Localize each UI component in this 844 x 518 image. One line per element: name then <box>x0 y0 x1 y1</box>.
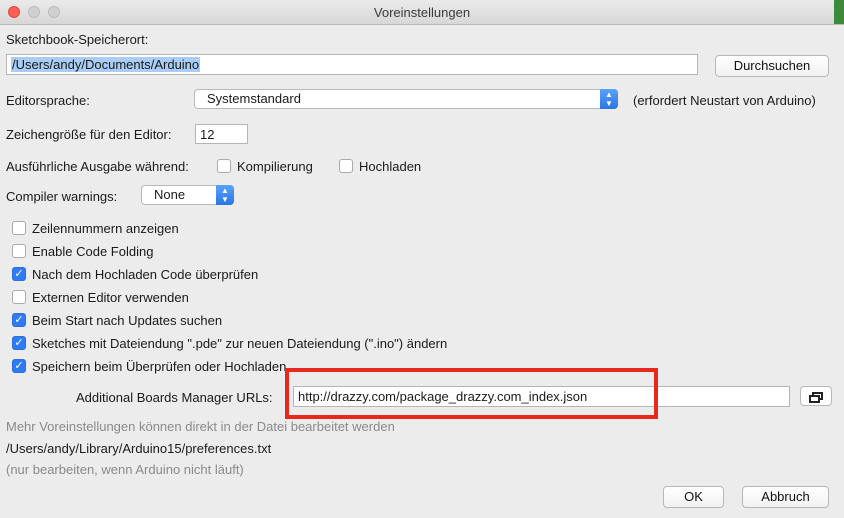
window-list-icon[interactable] <box>800 386 832 406</box>
sketchbook-path-value: /Users/andy/Documents/Arduino <box>11 57 201 72</box>
option-line-numbers-checkbox[interactable] <box>12 221 26 235</box>
option-code-folding-checkbox[interactable] <box>12 244 26 258</box>
option-verify-after-upload-label: Nach dem Hochladen Code überprüfen <box>32 267 259 282</box>
option-update-extension-checkbox[interactable]: ✓ <box>12 336 26 350</box>
title-bar: Voreinstellungen <box>0 0 844 25</box>
highlight-annotation-box <box>285 368 658 419</box>
checkmark-icon: ✓ <box>14 337 24 349</box>
option-external-editor-checkbox[interactable] <box>12 290 26 304</box>
font-size-label: Zeichengröße für den Editor: <box>6 127 172 142</box>
sketchbook-path-input[interactable]: /Users/andy/Documents/Arduino <box>6 54 698 75</box>
ok-button[interactable]: OK <box>663 486 724 508</box>
sketchbook-location-label: Sketchbook-Speicherort: <box>6 32 149 47</box>
verbose-output-label: Ausführliche Ausgabe während: <box>6 159 189 174</box>
option-check-updates-label: Beim Start nach Updates suchen <box>32 313 223 328</box>
option-line-numbers-label: Zeilennummern anzeigen <box>32 221 179 236</box>
edit-only-when-closed-note: (nur bearbeiten, wenn Arduino nicht läuf… <box>6 462 244 477</box>
cancel-button[interactable]: Abbruch <box>742 486 829 508</box>
checkmark-icon: ✓ <box>14 268 24 280</box>
option-save-on-verify-label: Speichern beim Überprüfen oder Hochladen <box>32 359 287 374</box>
option-verify-after-upload-checkbox[interactable]: ✓ <box>12 267 26 281</box>
option-update-extension-label: Sketches mit Dateiendung ".pde" zur neue… <box>32 336 448 351</box>
background-window-edge <box>834 0 844 24</box>
chevron-updown-icon: ▲ ▼ <box>600 89 618 109</box>
option-save-on-verify-checkbox[interactable]: ✓ <box>12 359 26 373</box>
editor-language-note: (erfordert Neustart von Arduino) <box>633 93 816 108</box>
checkmark-icon: ✓ <box>14 360 24 372</box>
compile-verbose-checkbox[interactable] <box>217 159 231 173</box>
chevron-updown-icon: ▲ ▼ <box>216 185 234 205</box>
editor-language-select[interactable]: Systemstandard ▲ ▼ <box>194 89 618 109</box>
font-size-input[interactable]: 12 <box>195 124 248 144</box>
compiler-warnings-select[interactable]: None ▲ ▼ <box>141 185 234 205</box>
upload-verbose-checkbox[interactable] <box>339 159 353 173</box>
browse-button[interactable]: Durchsuchen <box>715 55 829 77</box>
option-code-folding-label: Enable Code Folding <box>32 244 154 259</box>
compile-verbose-label: Kompilierung <box>237 159 313 174</box>
compiler-warnings-value: None <box>154 187 186 202</box>
option-external-editor-label: Externen Editor verwenden <box>32 290 189 305</box>
checkmark-icon: ✓ <box>14 314 24 326</box>
editor-language-value: Systemstandard <box>207 91 301 106</box>
compiler-warnings-label: Compiler warnings: <box>6 189 118 204</box>
more-preferences-info: Mehr Voreinstellungen können direkt in d… <box>6 419 395 434</box>
window-title: Voreinstellungen <box>373 5 471 20</box>
editor-language-label: Editorsprache: <box>6 93 90 108</box>
preferences-file-path: /Users/andy/Library/Arduino15/preference… <box>6 441 272 456</box>
boards-manager-urls-label: Additional Boards Manager URLs: <box>76 390 273 405</box>
option-check-updates-checkbox[interactable]: ✓ <box>12 313 26 327</box>
upload-verbose-label: Hochladen <box>359 159 422 174</box>
